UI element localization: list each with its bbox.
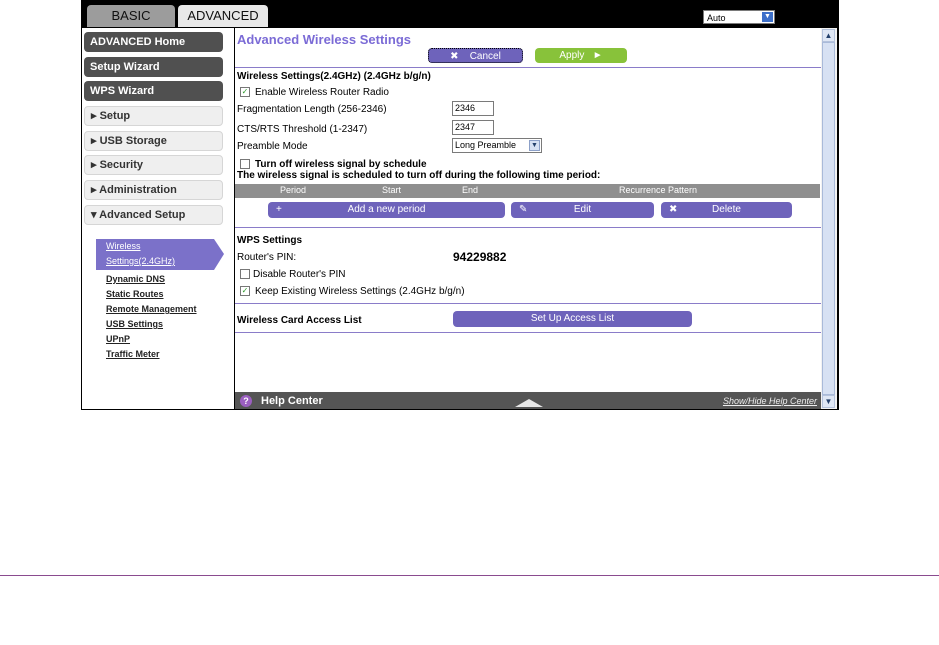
col-period: Period [280, 185, 307, 195]
preamble-mode-value: Long Preamble [455, 140, 517, 150]
col-recurrence: Recurrence Pattern [619, 185, 698, 195]
sidebar-item-label: Security [99, 159, 143, 171]
language-select[interactable]: Auto ▼ [703, 10, 775, 24]
enable-radio-label: Enable Wireless Router Radio [255, 87, 389, 98]
sidebar-subitem-usb-settings[interactable]: USB Settings [106, 319, 163, 329]
chevron-down-icon: ▼ [762, 12, 773, 22]
divider [235, 303, 821, 304]
sidebar-item-security[interactable]: ▸ Security [84, 155, 223, 175]
expand-arrow-icon[interactable] [515, 399, 543, 407]
sidebar-subitem-dynamic-dns[interactable]: Dynamic DNS [106, 274, 165, 284]
schedule-table-header: Period Start End Recurrence Pattern [235, 184, 820, 198]
divider [235, 332, 821, 333]
section-wireless-heading: Wireless Settings(2.4GHz) (2.4GHz b/g/n) [237, 71, 431, 82]
tab-advanced[interactable]: ADVANCED [178, 5, 268, 27]
tab-basic[interactable]: BASIC [87, 5, 175, 27]
frag-length-label: Fragmentation Length (256-2346) [237, 104, 387, 115]
sidebar-subitem-traffic-meter[interactable]: Traffic Meter [106, 349, 160, 359]
chevron-down-icon: ▼ [529, 140, 540, 151]
cts-threshold-label: CTS/RTS Threshold (1-2347) [237, 124, 368, 135]
add-period-button[interactable]: + Add a new period [268, 202, 505, 218]
divider [235, 227, 821, 228]
enable-radio-checkbox[interactable]: ✓ [240, 87, 250, 97]
sidebar-subitem-static-routes[interactable]: Static Routes [106, 289, 164, 299]
sidebar-item-advanced-home[interactable]: ADVANCED Home [84, 32, 223, 52]
sidebar-item-label: Administration [99, 184, 177, 196]
router-pin-value: 94229882 [453, 250, 507, 264]
sidebar-item-wps-wizard[interactable]: WPS Wizard [84, 81, 223, 101]
help-center-bar: ? Help Center Show/Hide Help Center [235, 392, 821, 409]
divider [235, 67, 821, 68]
scroll-up-icon[interactable]: ▲ [822, 29, 835, 42]
frag-length-input[interactable]: 2346 [452, 101, 494, 116]
cts-threshold-input[interactable]: 2347 [452, 120, 494, 135]
sidebar-item-advanced-setup[interactable]: ▾ Advanced Setup [84, 205, 223, 225]
sidebar-item-label: Setup [99, 110, 131, 122]
play-icon: ► [592, 50, 603, 61]
preamble-mode-select[interactable]: Long Preamble ▼ [452, 138, 542, 153]
close-icon: ✖ [450, 51, 459, 62]
sidebar-subitem-wireless-settings[interactable]: Wireless Settings(2.4GHz) [96, 239, 224, 270]
schedule-label: Turn off wireless signal by schedule [255, 159, 427, 170]
sidebar-subitem-label: Settings(2.4GHz) [106, 256, 176, 266]
keep-existing-checkbox[interactable]: ✓ [240, 286, 250, 296]
sidebar-item-label: Advanced Setup [99, 209, 186, 221]
col-start: Start [382, 185, 402, 195]
cancel-label: Cancel [469, 51, 501, 62]
disable-pin-checkbox[interactable] [240, 269, 250, 279]
sidebar-subitem-remote-management[interactable]: Remote Management [106, 304, 197, 314]
keep-existing-label: Keep Existing Wireless Settings (2.4GHz … [255, 286, 465, 297]
preamble-mode-label: Preamble Mode [237, 141, 308, 152]
language-select-value: Auto [707, 13, 726, 23]
sidebar-item-usb-storage[interactable]: ▸ USB Storage [84, 131, 223, 151]
schedule-checkbox[interactable] [240, 159, 250, 169]
delete-label: Delete [712, 204, 741, 215]
scroll-down-icon[interactable]: ▼ [822, 395, 835, 408]
router-admin-window: BASIC ADVANCED Auto ▼ ADVANCED Home Setu… [81, 0, 839, 410]
edit-label: Edit [573, 204, 592, 215]
apply-label: Apply [559, 50, 585, 61]
sidebar-subitem-label: Wireless [106, 241, 141, 251]
cancel-button[interactable]: ✖ Cancel [428, 48, 523, 63]
scrollbar-thumb[interactable] [822, 42, 835, 395]
delete-button[interactable]: ✖ Delete [661, 202, 792, 218]
setup-access-list-button[interactable]: Set Up Access List [453, 311, 692, 327]
sidebar-item-setup-wizard[interactable]: Setup Wizard [84, 57, 223, 77]
router-pin-label: Router's PIN: [237, 252, 297, 263]
wps-section-heading: WPS Settings [237, 235, 303, 246]
scrollbar[interactable]: ▲ ▼ [821, 28, 837, 409]
main-panel: Advanced Wireless Settings ✖ Cancel Appl… [235, 28, 821, 409]
col-end: End [462, 185, 479, 195]
page-footer-divider [0, 575, 939, 576]
disable-pin-label: Disable Router's PIN [253, 269, 346, 280]
show-hide-help-link[interactable]: Show/Hide Help Center [723, 396, 817, 406]
sidebar-item-setup[interactable]: ▸ Setup [84, 106, 223, 126]
schedule-note: The wireless signal is scheduled to turn… [237, 170, 601, 181]
card-access-label: Wireless Card Access List [237, 315, 362, 326]
add-period-label: Add a new period [347, 204, 426, 215]
setup-access-list-label: Set Up Access List [530, 313, 615, 324]
sidebar-subitem-upnp[interactable]: UPnP [106, 334, 130, 344]
apply-button[interactable]: Apply ► [535, 48, 627, 63]
edit-button[interactable]: ✎ Edit [511, 202, 654, 218]
sidebar: ADVANCED Home Setup Wizard WPS Wizard ▸ … [82, 28, 234, 409]
sidebar-item-label: USB Storage [99, 135, 167, 147]
help-center-title: Help Center [261, 395, 323, 407]
sidebar-item-administration[interactable]: ▸ Administration [84, 180, 223, 200]
help-icon: ? [240, 395, 252, 407]
page-title: Advanced Wireless Settings [237, 32, 411, 47]
